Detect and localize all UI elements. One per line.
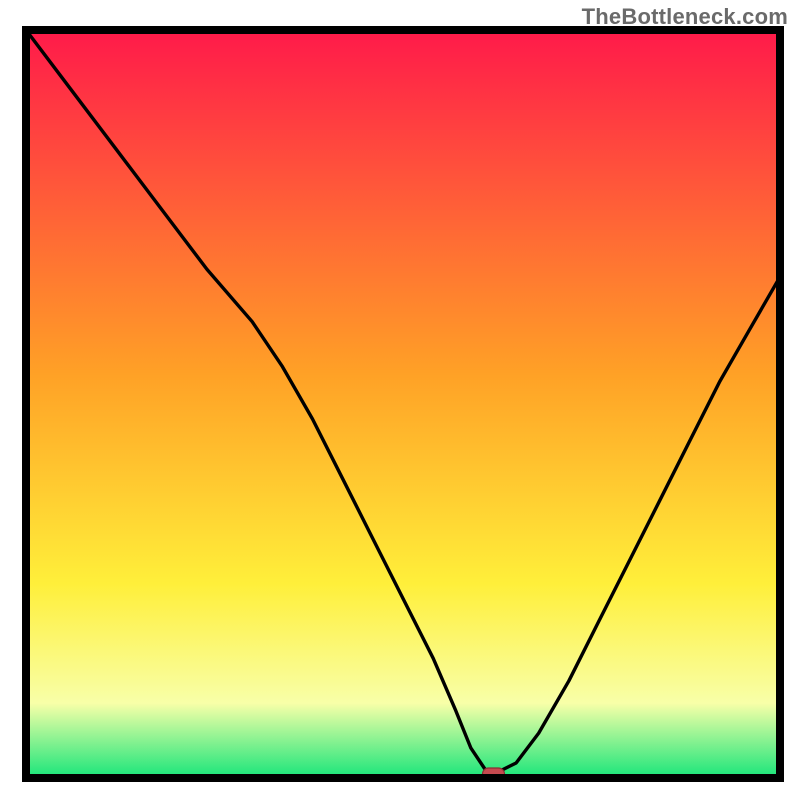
plot-background (26, 30, 780, 778)
bottleneck-chart (0, 0, 800, 800)
chart-container: { "watermark": "TheBottleneck.com", "col… (0, 0, 800, 800)
watermark-text: TheBottleneck.com (582, 4, 788, 30)
